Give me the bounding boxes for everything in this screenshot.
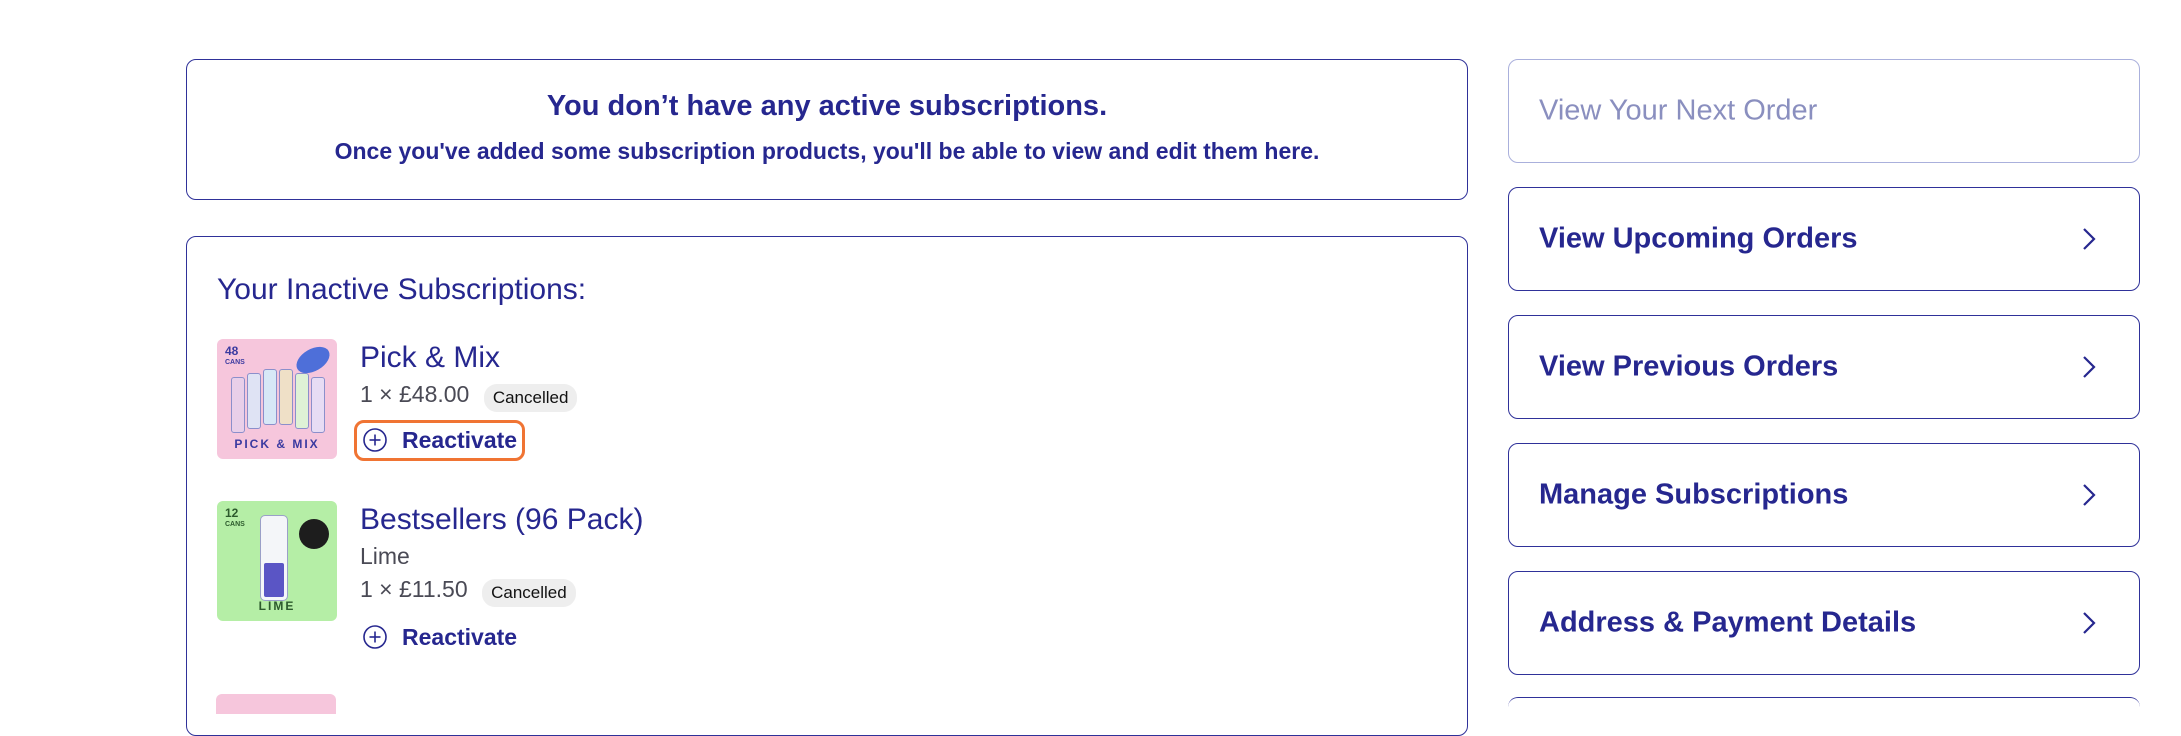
sidebar-item-label: View Previous Orders [1539,350,1839,383]
thumb-label: PICK & MIX [234,437,320,451]
price-row: 1 × £11.50 Cancelled [360,576,643,607]
plus-circle-icon [363,625,387,650]
address-payment-details-button[interactable]: Address & Payment Details [1508,571,2140,675]
plus-circle-icon [363,428,387,453]
chevron-right-icon [2083,612,2096,634]
notice-text: Once you've added some subscription prod… [334,138,1320,164]
chevron-right-icon [2083,356,2096,378]
product-price: 1 × £48.00 [360,381,470,407]
product-thumbnail-partial [216,694,336,714]
product-name: Bestsellers (96 Pack) [360,503,644,536]
product-info: Pick & Mix 1 × £48.00 Cancelled Reactiva… [354,339,578,461]
status-badge: Cancelled [483,383,578,412]
reactivate-label: Reactivate [402,426,518,453]
view-upcoming-orders-button[interactable]: View Upcoming Orders [1508,187,2140,291]
product-variant: Lime [360,543,410,569]
thumb-count: 48 CANS [225,344,245,366]
reactivate-button[interactable]: Reactivate [354,419,526,461]
reactivate-label: Reactivate [402,623,518,650]
subscription-item: 12 CANS LIME Bestsellers (96 Pack) Lime … [217,501,1117,671]
thumb-label: LIME [258,599,296,613]
chevron-right-icon [2083,484,2096,506]
sidebar-item-label: Address & Payment Details [1539,606,1917,639]
inactive-subscriptions-card: Your Inactive Subscriptions: 48 CANS PIC… [186,236,1468,736]
thumb-count: 12 CANS [225,506,245,528]
subscription-item: 48 CANS PICK & MIX Pick & Mix 1 × £48.00… [217,339,1117,479]
manage-subscriptions-button[interactable]: Manage Subscriptions [1508,443,2140,547]
sidebar-item-label: View Upcoming Orders [1539,222,1858,255]
price-row: 1 × £48.00 Cancelled [360,381,578,412]
product-name: Pick & Mix [360,341,501,374]
reactivate-button[interactable]: Reactivate [354,617,525,658]
product-thumbnail: 48 CANS PICK & MIX [217,339,337,459]
sidebar-item-label: View Your Next Order [1539,94,1818,127]
status-badge: Cancelled [482,578,576,607]
no-active-subscriptions-notice: You don’t have any active subscriptions.… [186,59,1468,200]
inactive-subscriptions-heading: Your Inactive Subscriptions: [217,273,587,306]
chevron-right-icon [2083,228,2096,250]
view-next-order-button[interactable]: View Your Next Order [1508,59,2140,163]
notice-title: You don’t have any active subscriptions. [546,90,1108,122]
sidebar-item-label: Manage Subscriptions [1539,478,1849,511]
sidebar-item-partial [1508,697,2140,717]
view-previous-orders-button[interactable]: View Previous Orders [1508,315,2140,419]
product-price: 1 × £11.50 [360,576,468,602]
product-info: Bestsellers (96 Pack) Lime 1 × £11.50 Ca… [360,501,643,658]
product-thumbnail: 12 CANS LIME [217,501,337,621]
